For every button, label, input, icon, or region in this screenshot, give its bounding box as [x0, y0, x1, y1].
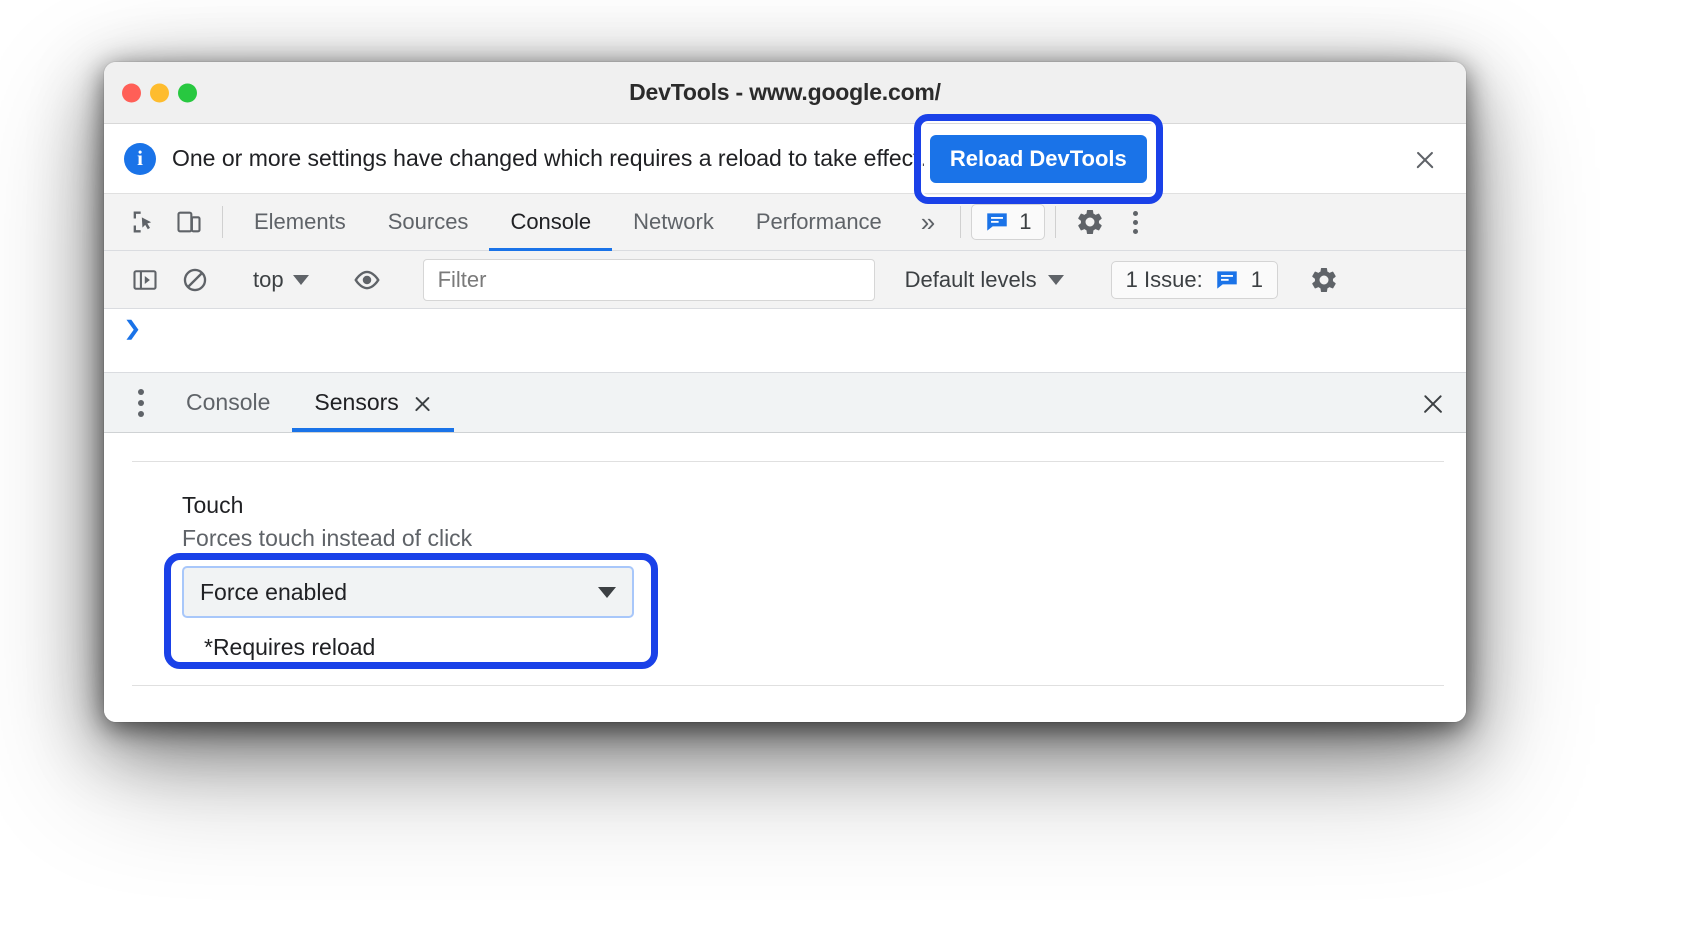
drawer-tab-sensors-label: Sensors [314, 389, 399, 415]
main-panel-tabstrip: Elements Sources Console Network Perform… [104, 194, 1466, 251]
tab-console[interactable]: Console [489, 194, 612, 251]
info-icon: i [124, 142, 156, 175]
toolbar-divider [222, 206, 223, 238]
minimize-window-button[interactable] [150, 83, 169, 102]
clear-console-icon [183, 268, 207, 291]
touch-mode-selected-value: Force enabled [200, 578, 348, 605]
more-panels-button[interactable]: » [903, 194, 950, 250]
tab-elements[interactable]: Elements [233, 194, 367, 250]
settings-changed-banner: i One or more settings have changed whic… [104, 113, 1466, 204]
tab-sources[interactable]: Sources [367, 194, 490, 250]
toolbar-divider-2 [960, 206, 962, 238]
close-icon [1414, 148, 1436, 170]
tab-network[interactable]: Network [612, 194, 735, 250]
sensors-pane: Touch Forces touch instead of click Forc… [104, 461, 1466, 722]
issues-speech-bubble-icon-2 [1216, 270, 1237, 289]
chevron-down-icon-touch [598, 586, 616, 598]
gear-icon-console [1312, 267, 1336, 292]
live-expression-button[interactable] [342, 251, 392, 308]
clear-console-button[interactable] [170, 251, 220, 308]
devtools-settings-button[interactable] [1066, 194, 1114, 250]
log-levels-label: Default levels [904, 266, 1037, 292]
drawer-kebab-dot-1 [138, 388, 144, 395]
window-titlebar: DevTools - www.google.com/ [104, 62, 1466, 124]
eye-icon [353, 270, 380, 289]
tab-performance[interactable]: Performance [735, 194, 903, 250]
drawer-tab-console[interactable]: Console [164, 373, 292, 432]
devtools-main-menu-button[interactable] [1114, 194, 1158, 250]
console-prompt-arrow-icon: ❯ [123, 318, 142, 340]
log-levels-selector[interactable]: Default levels [889, 267, 1080, 293]
toolbar-divider-3 [1054, 206, 1056, 238]
touch-section-title: Touch [182, 492, 244, 518]
kebab-dot-1 [1133, 210, 1139, 216]
touch-select-wrapper: Force enabled [182, 566, 634, 618]
reload-devtools-button[interactable]: Reload DevTools [929, 134, 1147, 183]
drawer-kebab-dot-3 [138, 410, 144, 417]
close-sensors-tab-button[interactable] [413, 393, 432, 412]
drawer-tab-console-label: Console [186, 389, 271, 415]
touch-mode-select[interactable]: Force enabled [182, 566, 634, 618]
window-title: DevTools - www.google.com/ [629, 79, 941, 105]
inspect-element-button[interactable] [120, 194, 166, 250]
issues-chip-count: 1 [1250, 266, 1263, 292]
console-filter-input[interactable] [422, 258, 875, 301]
issues-count-text: 1 [1019, 209, 1032, 234]
console-filter-toolbar: top Default levels 1 Issue: [104, 251, 1466, 309]
screenshot-root: DevTools - www.google.com/ i One or more… [0, 0, 1698, 936]
drawer-kebab-dot-2 [138, 399, 144, 406]
reload-button-wrapper: Reload DevTools [913, 113, 1163, 204]
drawer-menu-button[interactable] [118, 373, 164, 432]
kebab-dot-2 [1133, 219, 1139, 225]
sensors-divider-bottom [132, 685, 1444, 686]
chevron-down-icon-levels [1047, 274, 1064, 285]
toggle-device-toolbar-button[interactable] [166, 194, 212, 250]
inspect-element-icon [133, 211, 152, 233]
execution-context-label: top [253, 266, 284, 292]
gear-icon [1077, 209, 1102, 235]
touch-requires-reload-note: *Requires reload [204, 634, 376, 660]
touch-section: Touch Forces touch instead of click Forc… [104, 462, 1466, 661]
console-settings-button[interactable] [1299, 251, 1349, 308]
device-toolbar-icon [177, 211, 201, 233]
close-icon-drawer [1421, 391, 1445, 415]
close-window-button[interactable] [122, 83, 141, 102]
console-sidebar-toggle-button[interactable] [120, 251, 170, 308]
maximize-window-button[interactable] [178, 83, 197, 102]
close-drawer-button[interactable] [1400, 373, 1466, 432]
dismiss-banner-button[interactable] [1406, 140, 1444, 178]
issues-counter-button[interactable]: 1 [971, 204, 1045, 240]
banner-message: One or more settings have changed which … [172, 145, 926, 171]
console-sidebar-icon [133, 269, 157, 290]
touch-section-description: Forces touch instead of click [182, 525, 473, 551]
drawer-tab-sensors[interactable]: Sensors [292, 373, 455, 432]
execution-context-selector[interactable]: top [241, 267, 321, 293]
console-output-area[interactable]: ❯ [104, 309, 1466, 373]
issues-chip-label: 1 Issue: [1125, 266, 1203, 292]
console-issues-chip[interactable]: 1 Issue: 1 [1110, 260, 1278, 299]
devtools-window: DevTools - www.google.com/ i One or more… [104, 62, 1466, 722]
drawer-tabstrip: Console Sensors [104, 373, 1466, 433]
window-controls[interactable] [122, 83, 197, 102]
issues-speech-bubble-icon [987, 213, 1008, 231]
kebab-dot-3 [1133, 228, 1139, 234]
chevron-down-icon [292, 274, 309, 285]
close-icon-sensors-tab [413, 393, 432, 412]
